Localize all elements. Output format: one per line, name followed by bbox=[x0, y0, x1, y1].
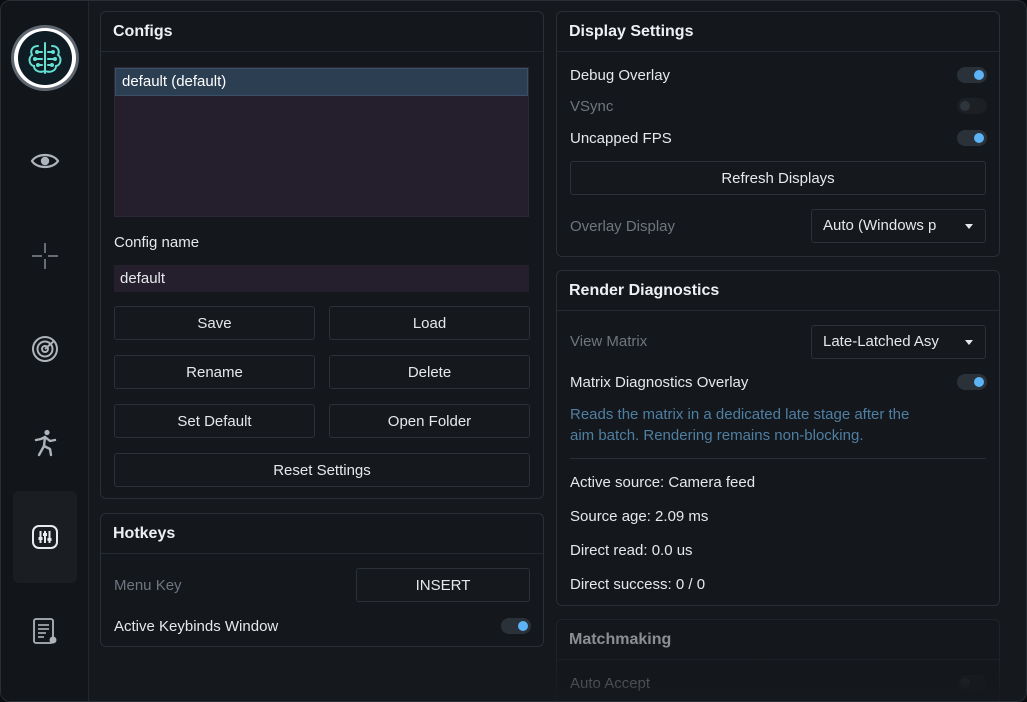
divider bbox=[570, 458, 986, 459]
direct-success-text: Direct success: 0 / 0 bbox=[570, 576, 706, 593]
active-source-text: Active source: Camera feed bbox=[570, 474, 756, 491]
matrix-overlay-toggle[interactable] bbox=[957, 374, 987, 390]
running-figure-icon bbox=[34, 429, 57, 457]
keybinds-window-label: Active Keybinds Window bbox=[114, 618, 279, 635]
chevron-down-icon bbox=[965, 224, 973, 229]
sidebar-item-aim[interactable] bbox=[13, 210, 77, 302]
matrix-description-line1: Reads the matrix in a dedicated late sta… bbox=[570, 406, 910, 423]
load-button[interactable]: Load bbox=[329, 306, 530, 340]
uncapped-fps-toggle[interactable] bbox=[957, 130, 987, 146]
display-settings-title: Display Settings bbox=[557, 12, 999, 52]
menu-key-button[interactable]: INSERT bbox=[356, 568, 530, 602]
eye-icon bbox=[30, 153, 60, 169]
sidebar-item-settings[interactable] bbox=[13, 491, 77, 583]
keybinds-window-toggle[interactable] bbox=[501, 618, 531, 634]
hotkeys-panel: Hotkeys Menu Key INSERT Active Keybinds … bbox=[100, 513, 544, 647]
configs-panel: Configs default (default) Config name de… bbox=[100, 11, 544, 499]
radar-icon bbox=[32, 336, 58, 362]
reset-settings-button[interactable]: Reset Settings bbox=[114, 453, 530, 487]
sidebar-item-movement[interactable] bbox=[13, 397, 77, 489]
overlay-display-label: Overlay Display bbox=[570, 218, 676, 235]
sidebar-item-logs[interactable] bbox=[13, 585, 77, 677]
matchmaking-panel: Matchmaking Auto Accept bbox=[556, 619, 1000, 701]
main-content: Configs default (default) Config name de… bbox=[89, 1, 1026, 701]
matchmaking-title: Matchmaking bbox=[557, 620, 999, 660]
config-name-input[interactable]: default bbox=[114, 265, 529, 292]
rename-button[interactable]: Rename bbox=[114, 355, 315, 389]
menu-key-label: Menu Key bbox=[114, 577, 182, 594]
vsync-label: VSync bbox=[570, 98, 614, 115]
open-folder-button[interactable]: Open Folder bbox=[329, 404, 530, 438]
configs-title: Configs bbox=[101, 12, 543, 52]
display-settings-panel: Display Settings Debug Overlay VSync Unc… bbox=[556, 11, 1000, 257]
view-matrix-value: Late-Latched Asy bbox=[823, 333, 939, 350]
debug-overlay-toggle[interactable] bbox=[957, 67, 987, 83]
sliders-icon bbox=[32, 525, 58, 549]
matrix-description-line2: aim batch. Rendering remains non-blockin… bbox=[570, 427, 864, 444]
auto-accept-label: Auto Accept bbox=[570, 675, 651, 692]
config-list-item-selected[interactable]: default (default) bbox=[115, 68, 528, 96]
sidebar bbox=[1, 1, 89, 701]
config-name-label: Config name bbox=[114, 234, 200, 251]
sidebar-item-visuals[interactable] bbox=[13, 115, 77, 207]
render-diagnostics-title: Render Diagnostics bbox=[557, 271, 999, 311]
sidebar-item-radar[interactable] bbox=[13, 303, 77, 395]
debug-overlay-label: Debug Overlay bbox=[570, 67, 671, 84]
render-diagnostics-panel: Render Diagnostics View Matrix Late-Latc… bbox=[556, 270, 1000, 606]
delete-button[interactable]: Delete bbox=[329, 355, 530, 389]
save-button[interactable]: Save bbox=[114, 306, 315, 340]
overlay-display-value: Auto (Windows p bbox=[823, 217, 937, 234]
source-age-text: Source age: 2.09 ms bbox=[570, 508, 709, 525]
app-logo bbox=[11, 25, 79, 91]
hotkeys-title: Hotkeys bbox=[101, 514, 543, 554]
matrix-overlay-label: Matrix Diagnostics Overlay bbox=[570, 374, 749, 391]
app-window: Configs default (default) Config name de… bbox=[0, 0, 1027, 702]
crosshair-icon bbox=[32, 243, 58, 269]
chevron-down-icon bbox=[965, 340, 973, 345]
brain-circuit-icon bbox=[28, 42, 62, 74]
log-list-icon bbox=[33, 618, 57, 644]
refresh-displays-button[interactable]: Refresh Displays bbox=[570, 161, 986, 195]
auto-accept-toggle[interactable] bbox=[957, 675, 987, 691]
direct-read-text: Direct read: 0.0 us bbox=[570, 542, 693, 559]
view-matrix-label: View Matrix bbox=[570, 333, 648, 350]
set-default-button[interactable]: Set Default bbox=[114, 404, 315, 438]
overlay-display-select[interactable]: Auto (Windows p bbox=[811, 209, 986, 243]
uncapped-fps-label: Uncapped FPS bbox=[570, 130, 672, 147]
config-list[interactable]: default (default) bbox=[114, 67, 529, 217]
view-matrix-select[interactable]: Late-Latched Asy bbox=[811, 325, 986, 359]
vsync-toggle[interactable] bbox=[957, 98, 987, 114]
